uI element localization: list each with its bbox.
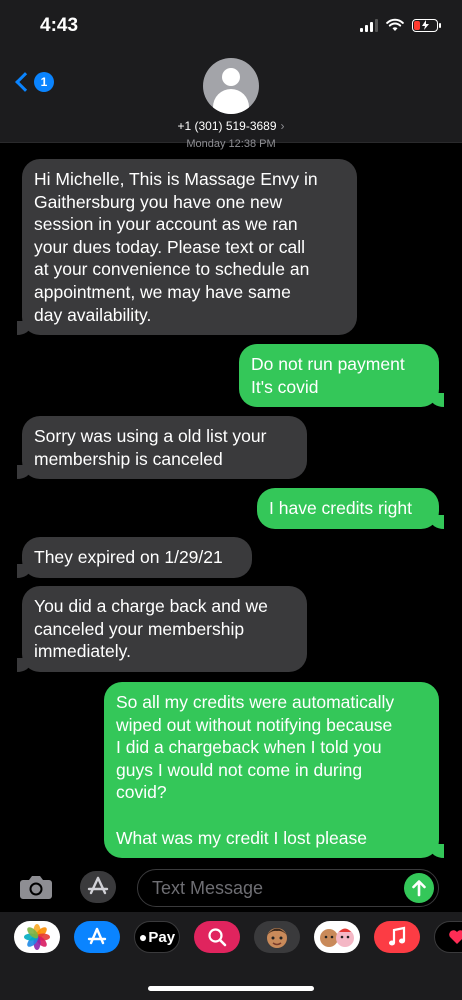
home-indicator[interactable] <box>148 986 314 991</box>
message-bubble-outgoing[interactable]: I have credits right <box>257 488 444 529</box>
app-store-button[interactable] <box>80 871 116 903</box>
battery-icon <box>412 18 441 32</box>
apple-pay-icon[interactable]: ● Pay <box>134 921 180 953</box>
status-time: 4:43 <box>40 15 79 36</box>
message-bubble-incoming[interactable]: Hi Michelle, This is Massage Envy in Gai… <box>17 159 357 336</box>
contact-avatar[interactable] <box>203 58 259 114</box>
message-input[interactable] <box>138 870 398 906</box>
message-bubble-outgoing[interactable]: So all my credits were automatically wip… <box>104 682 444 859</box>
message-bubble-incoming[interactable]: They expired on 1/29/21 <box>17 537 252 578</box>
music-app-icon[interactable] <box>374 921 420 953</box>
app-store-icon <box>87 876 109 895</box>
cellular-signal-icon <box>360 18 378 32</box>
status-bar: 4:43 <box>0 0 462 50</box>
compose-bar <box>0 862 462 912</box>
chevron-left-icon <box>15 72 35 92</box>
arrow-up-icon <box>412 880 426 897</box>
message-timestamp: Monday 12:38 PM <box>186 138 276 150</box>
wifi-icon <box>386 18 404 31</box>
contact-number: +1 (301) 519-3689 <box>177 119 277 133</box>
photos-app-icon[interactable] <box>14 921 60 953</box>
images-search-icon[interactable] <box>194 921 240 953</box>
message-text-field[interactable] <box>137 869 439 907</box>
digital-touch-icon[interactable] <box>434 921 462 953</box>
message-bubble-incoming[interactable]: You did a charge back and we canceled yo… <box>17 586 307 672</box>
unread-badge: 1 <box>34 72 54 92</box>
imessage-app-drawer: ● Pay <box>0 912 462 1000</box>
chevron-right-icon: › <box>280 119 285 133</box>
message-bubble-incoming[interactable]: Sorry was using a old list your membersh… <box>17 416 307 480</box>
memoji-stickers-icon[interactable] <box>314 921 360 953</box>
camera-icon[interactable] <box>19 874 53 900</box>
contact-name-button[interactable]: +1 (301) 519-3689 › <box>0 119 462 133</box>
status-icons <box>360 18 441 32</box>
back-button[interactable]: 1 <box>15 72 54 92</box>
send-button[interactable] <box>404 873 434 903</box>
memoji-icon[interactable] <box>254 921 300 953</box>
conversation-header: 1 +1 (301) 519-3689 › <box>0 50 462 143</box>
message-bubble-outgoing[interactable]: Do not run payment It's covid <box>239 344 444 408</box>
app-store-icon[interactable] <box>74 921 120 953</box>
